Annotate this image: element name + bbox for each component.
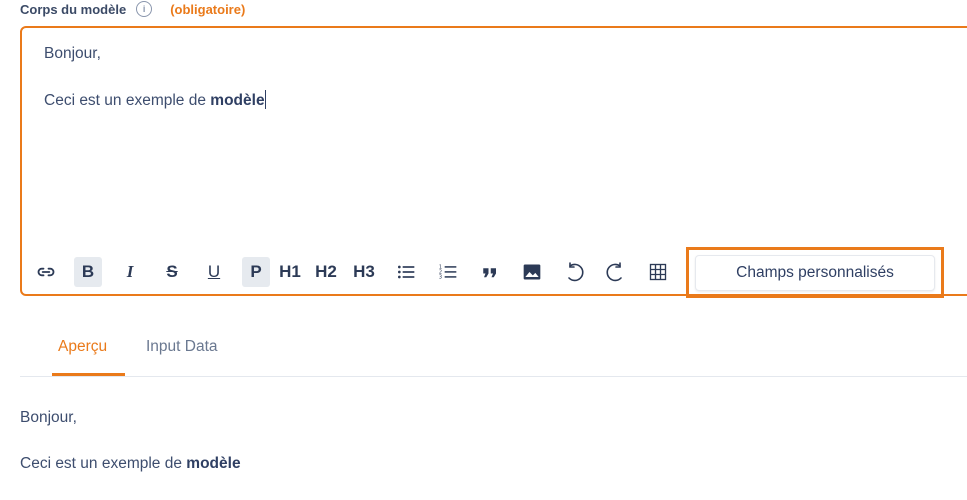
underline-button[interactable]: U (200, 257, 228, 287)
paragraph-button[interactable]: P (242, 257, 270, 287)
italic-button[interactable]: I (116, 257, 144, 287)
svg-text:3: 3 (439, 275, 442, 281)
preview-text: Ceci est un exemple de (20, 455, 187, 472)
bullet-list-button[interactable] (392, 257, 420, 287)
field-label-text: Corps du modèle (20, 1, 127, 17)
heading1-button[interactable]: H1 (276, 257, 304, 287)
bold-button[interactable]: B (74, 257, 102, 287)
editor-toolbar: B I S U P H1 H2 H3 123 (32, 256, 686, 288)
preview-tabs: Aperçu Input Data (20, 326, 967, 377)
link-button[interactable] (32, 257, 60, 287)
preview-line: Bonjour, (20, 408, 241, 454)
image-icon (523, 264, 541, 280)
tab-apercu[interactable]: Aperçu (58, 338, 107, 356)
custom-fields-highlight: Champs personnalisés (686, 247, 944, 298)
link-icon (37, 267, 55, 277)
quote-icon (483, 268, 496, 278)
strikethrough-button[interactable]: S (158, 257, 186, 287)
bullet-list-icon (398, 265, 415, 279)
info-icon[interactable]: i (136, 1, 153, 17)
preview-line: Ceci est un exemple de modèle (20, 454, 241, 500)
editor-line: Bonjour, (44, 44, 266, 90)
template-body-editor[interactable]: Bonjour, Ceci est un exemple de modèle B… (20, 26, 967, 298)
blockquote-button[interactable] (476, 257, 504, 287)
redo-button[interactable] (602, 257, 630, 287)
active-tab-indicator (52, 373, 125, 376)
editor-line: Ceci est un exemple de modèle (44, 90, 266, 136)
preview-text: Bonjour, (20, 409, 77, 426)
required-indicator: (obligatoire) (170, 1, 246, 17)
preview-content: Bonjour, Ceci est un exemple de modèle (20, 408, 241, 500)
editor-bold-text: modèle (210, 92, 265, 109)
heading3-button[interactable]: H3 (350, 257, 378, 287)
text-caret (264, 90, 266, 109)
redo-icon (606, 262, 622, 282)
custom-fields-button[interactable]: Champs personnalisés (695, 254, 935, 291)
insert-table-button[interactable] (644, 257, 672, 287)
editor-text: Bonjour, (44, 45, 101, 62)
heading2-button[interactable]: H2 (312, 257, 340, 287)
editor-content[interactable]: Bonjour, Ceci est un exemple de modèle (44, 44, 266, 136)
table-icon (649, 263, 667, 281)
field-label: Corps du modèle i (obligatoire) (20, 0, 245, 18)
editor-text: Ceci est un exemple de (44, 92, 211, 109)
numbered-list-icon: 123 (439, 265, 457, 281)
tab-input-data[interactable]: Input Data (146, 338, 218, 356)
numbered-list-button[interactable]: 123 (434, 257, 462, 287)
undo-icon (568, 262, 584, 282)
undo-button[interactable] (560, 257, 588, 287)
preview-bold-text: modèle (186, 455, 241, 472)
insert-image-button[interactable] (518, 257, 546, 287)
